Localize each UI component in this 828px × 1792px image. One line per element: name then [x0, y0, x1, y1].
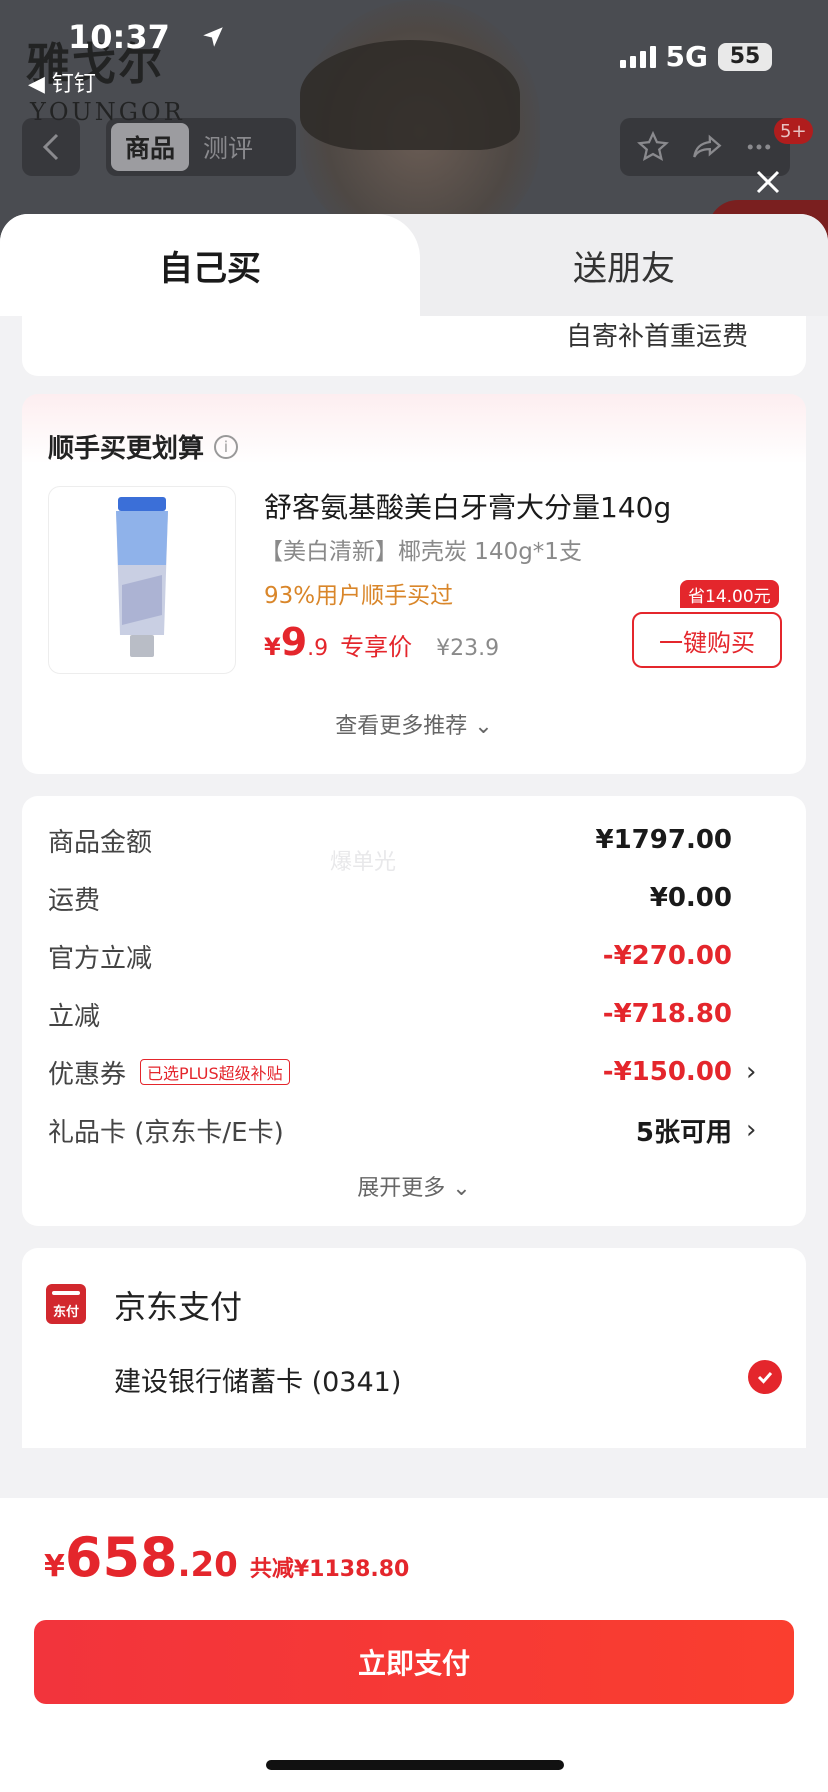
network-type: 5G: [665, 40, 708, 73]
status-indicators: 5G 55: [619, 40, 772, 73]
watermark-text: 爆单光: [330, 850, 397, 875]
product-name[interactable]: 舒客氨基酸美白牙膏大分量140g: [264, 486, 671, 526]
tab-buy-self[interactable]: 自己买: [0, 214, 420, 316]
exclusive-price-label: 专享价: [340, 633, 413, 661]
see-more-recommend-link[interactable]: 查看更多推荐 ⌄: [22, 708, 806, 740]
product-image[interactable]: [48, 486, 236, 674]
share-icon[interactable]: [690, 130, 724, 164]
recommend-title: 顺手买更划算 i: [48, 428, 239, 465]
info-icon[interactable]: i: [214, 434, 239, 459]
total-saved: 共减¥1138.80: [249, 1557, 410, 1582]
tab-gift-friend[interactable]: 送朋友: [420, 214, 828, 316]
one-click-buy-button[interactable]: 一键购买: [632, 612, 782, 668]
chevron-right-icon: ›: [746, 1057, 757, 1087]
total-price: ¥ 658 .20 共减¥1138.80: [44, 1526, 410, 1589]
save-badge: 省14.00元: [680, 580, 779, 608]
chevron-left-icon: [42, 133, 59, 161]
jd-pay-icon: 东付: [46, 1284, 86, 1324]
location-arrow-icon: [203, 27, 223, 47]
message-badge: 5+: [774, 118, 813, 144]
fee-row-shipping: 运费 ¥0.00: [48, 883, 732, 916]
chevron-right-icon: ›: [746, 1115, 757, 1145]
signal-icon: [619, 45, 656, 68]
expand-more-link[interactable]: 展开更多 ⌄: [22, 1170, 806, 1202]
status-time: 10:37: [68, 18, 170, 56]
purchase-mode-tabs: 送朋友 自己买: [0, 214, 828, 316]
battery-icon: 55: [718, 42, 772, 71]
payment-card: 东付 京东支付 建设银行储蓄卡 (0341): [22, 1248, 806, 1448]
shipping-note: 自寄补首重运费: [565, 322, 748, 352]
fee-row-instant-discount: 立减 -¥718.80: [48, 999, 732, 1032]
back-to-app-link[interactable]: ◀ 钉钉: [28, 66, 96, 98]
star-icon[interactable]: [636, 130, 670, 164]
toothpaste-tube-image: [116, 497, 168, 657]
home-indicator[interactable]: [266, 1760, 564, 1770]
product-tabs: 商品 测评: [106, 118, 296, 176]
fee-row-goods-amount: 商品金额 ¥1797.00: [48, 825, 732, 858]
payment-method-title: 京东支付: [114, 1288, 243, 1326]
original-price: ¥23.9: [436, 636, 500, 661]
recommend-card: 顺手买更划算 i 舒客氨基酸美白牙膏大分量140g 【美白清新】椰壳炭 140g…: [22, 394, 806, 774]
plus-subsidy-tag: 已选PLUS超级补贴: [140, 1059, 290, 1085]
check-circle-icon[interactable]: [748, 1360, 782, 1394]
bank-card-option[interactable]: 建设银行储蓄卡 (0341): [114, 1360, 401, 1399]
product-spec: 【美白清新】椰壳炭 140g*1支: [260, 539, 582, 565]
bottom-pay-bar: ¥ 658 .20 共减¥1138.80 立即支付: [0, 1498, 828, 1792]
tab-review[interactable]: 测评: [189, 123, 267, 171]
fee-row-gift-card[interactable]: 礼品卡 (京东卡/E卡) 5张可用 ›: [48, 1110, 770, 1150]
product-price: ¥ 9 .9 专享价 ¥23.9: [264, 620, 500, 664]
tab-product[interactable]: 商品: [111, 123, 190, 171]
fee-row-official-discount: 官方立减 -¥270.00: [48, 941, 732, 974]
purchase-hint: 93%用户顺手买过: [264, 583, 454, 609]
more-icon[interactable]: [744, 130, 774, 164]
pay-now-button[interactable]: 立即支付: [34, 1620, 794, 1704]
shipping-card: 自寄补首重运费: [22, 316, 806, 376]
close-icon[interactable]: [750, 164, 786, 200]
back-button[interactable]: [22, 118, 80, 176]
fee-summary-card: 商品金额 ¥1797.00 运费 ¥0.00 官方立减 -¥270.00 立减 …: [22, 796, 806, 1226]
fee-row-coupon[interactable]: 优惠券 已选PLUS超级补贴 -¥150.00 ›: [48, 1052, 770, 1092]
